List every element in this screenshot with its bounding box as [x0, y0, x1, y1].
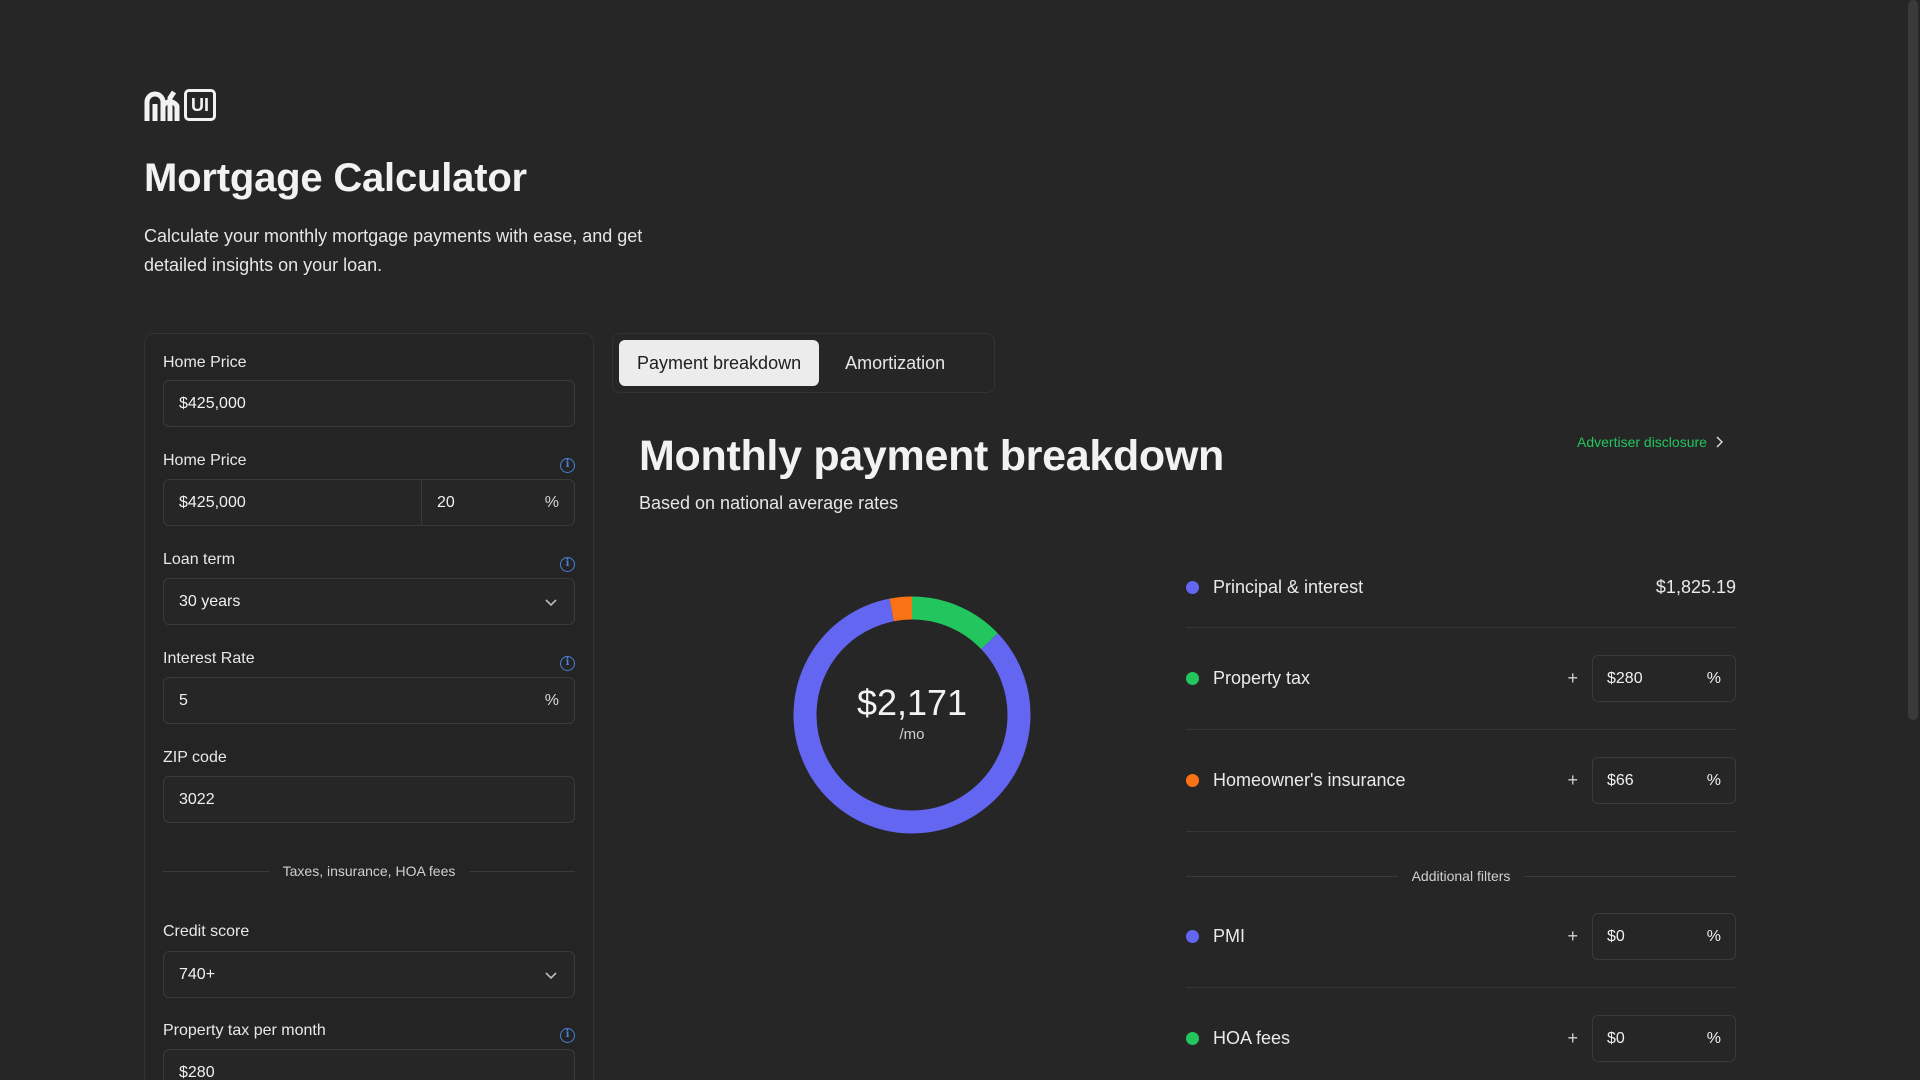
breakdown-row-property-tax: Property tax + $280 %	[1186, 655, 1736, 702]
principal-amount: $1,825.19	[1655, 576, 1736, 597]
property-tax-label: Property tax per month	[163, 1022, 326, 1039]
per-month-label: /mo	[899, 725, 925, 743]
input-value: $0	[1607, 1029, 1625, 1047]
breakdown-subtitle: Based on national average rates	[639, 493, 899, 513]
info-icon[interactable]: i	[560, 458, 575, 473]
chevron-right-icon	[1716, 436, 1723, 448]
additional-filters-divider: Additional filters	[1186, 868, 1737, 884]
home-price-value: $425,000	[179, 394, 246, 412]
legend-dot	[1186, 580, 1199, 594]
percent-suffix: %	[1706, 1029, 1721, 1047]
property-tax-value: $280	[179, 1063, 215, 1080]
hoa-amount-input[interactable]: $0 %	[1592, 1015, 1736, 1062]
down-payment-percent-input[interactable]: 20%	[422, 494, 574, 512]
zip-input[interactable]: 3022	[163, 776, 575, 823]
legend-dot	[1186, 774, 1199, 787]
down-payment-amount-input[interactable]: $425,000	[164, 480, 422, 525]
row-divider	[1186, 831, 1736, 832]
down-payment-label: Home Price	[163, 452, 247, 469]
tab-amortization[interactable]: Amortization	[827, 340, 963, 386]
scrollbar-thumb[interactable]	[1908, 0, 1918, 720]
payment-donut-chart: $2,171 /mo	[793, 596, 1031, 834]
logo: UI	[144, 88, 216, 122]
input-value: $280	[1607, 669, 1643, 687]
page-subtitle: Calculate your monthly mortgage payments…	[144, 226, 643, 275]
breakdown-title: Monthly payment breakdown	[639, 432, 1225, 480]
info-icon[interactable]: i	[560, 1028, 575, 1043]
input-value: $0	[1607, 927, 1625, 945]
down-payment-amount: $425,000	[179, 493, 246, 511]
input-value: $66	[1607, 771, 1634, 789]
info-icon[interactable]: i	[560, 557, 575, 572]
plus-sign: +	[1567, 926, 1578, 946]
down-payment-percent: 20	[437, 493, 455, 511]
percent-suffix: %	[1706, 771, 1721, 789]
plus-sign: +	[1567, 668, 1578, 688]
breakdown-label: Homeowner's insurance	[1213, 770, 1406, 790]
percent-suffix: %	[544, 691, 559, 709]
loan-term-select[interactable]: 30 years	[163, 578, 575, 625]
logo-mark-icon	[144, 90, 180, 121]
advertiser-disclosure-link[interactable]: Advertiser disclosure	[1577, 434, 1723, 450]
down-payment-field: $425,000 20%	[163, 479, 575, 526]
breakdown-label: PMI	[1213, 926, 1246, 946]
chevron-down-icon	[544, 967, 574, 983]
plus-sign: +	[1567, 1028, 1578, 1048]
row-divider	[1186, 627, 1736, 628]
pmi-amount-input[interactable]: $0 %	[1592, 913, 1736, 960]
home-price-input[interactable]: $425,000	[163, 380, 575, 427]
logo-ui-badge: UI	[184, 89, 216, 121]
breakdown-label: Property tax	[1213, 668, 1311, 688]
percent-suffix: %	[1706, 669, 1721, 687]
legend-dot	[1186, 1032, 1199, 1045]
plus-sign: +	[1567, 770, 1578, 790]
info-icon[interactable]: i	[560, 656, 575, 671]
interest-rate-label: Interest Rate	[163, 650, 255, 667]
page-title: Mortgage Calculator	[144, 156, 527, 200]
insurance-amount-input[interactable]: $66 %	[1592, 757, 1736, 804]
donut-center: $2,171 /mo	[793, 596, 1031, 834]
chevron-down-icon	[544, 594, 574, 610]
credit-score-value: 740+	[179, 965, 216, 983]
zip-value: 3022	[179, 790, 215, 808]
interest-rate-input[interactable]: 5 %	[163, 677, 575, 724]
breakdown-row-insurance: Homeowner's insurance + $66 %	[1186, 757, 1736, 804]
percent-suffix: %	[544, 493, 559, 511]
row-divider	[1186, 729, 1736, 730]
breakdown-label: Principal & interest	[1213, 576, 1364, 597]
breakdown-row-pmi: PMI + $0 %	[1186, 913, 1736, 960]
breakdown-row-hoa: HOA fees + $0 %	[1186, 1015, 1736, 1062]
legend-dot	[1186, 672, 1199, 685]
loan-term-value: 30 years	[179, 592, 241, 610]
calculator-form: Home Price $425,000 Home Price i $425,00…	[144, 333, 594, 1080]
monthly-total: $2,171	[856, 681, 968, 723]
home-price-label: Home Price	[163, 354, 247, 371]
percent-suffix: %	[1706, 927, 1721, 945]
interest-rate-value: 5	[179, 691, 188, 709]
loan-term-label: Loan term	[163, 551, 236, 568]
property-tax-input[interactable]: $280	[163, 1049, 575, 1080]
breakdown-row-principal: Principal & interest $1,825.19	[1186, 573, 1736, 601]
advertiser-disclosure-text: Advertiser disclosure	[1577, 434, 1707, 450]
tab-payment-breakdown[interactable]: Payment breakdown	[619, 340, 820, 386]
section-divider: Taxes, insurance, HOA fees	[163, 863, 576, 879]
additional-filters-text: Additional filters	[1411, 868, 1511, 884]
zip-label: ZIP code	[163, 749, 227, 766]
scrollbar[interactable]	[1906, 0, 1920, 1080]
credit-score-label: Credit score	[163, 923, 250, 940]
credit-score-select[interactable]: 740+	[163, 951, 575, 998]
property-tax-amount-input[interactable]: $280 %	[1592, 655, 1736, 702]
breakdown-label: HOA fees	[1213, 1028, 1291, 1048]
section-divider-text: Taxes, insurance, HOA fees	[282, 863, 456, 879]
view-tabs: Payment breakdown Amortization	[612, 333, 995, 393]
legend-dot	[1186, 930, 1199, 943]
row-divider	[1186, 987, 1736, 988]
